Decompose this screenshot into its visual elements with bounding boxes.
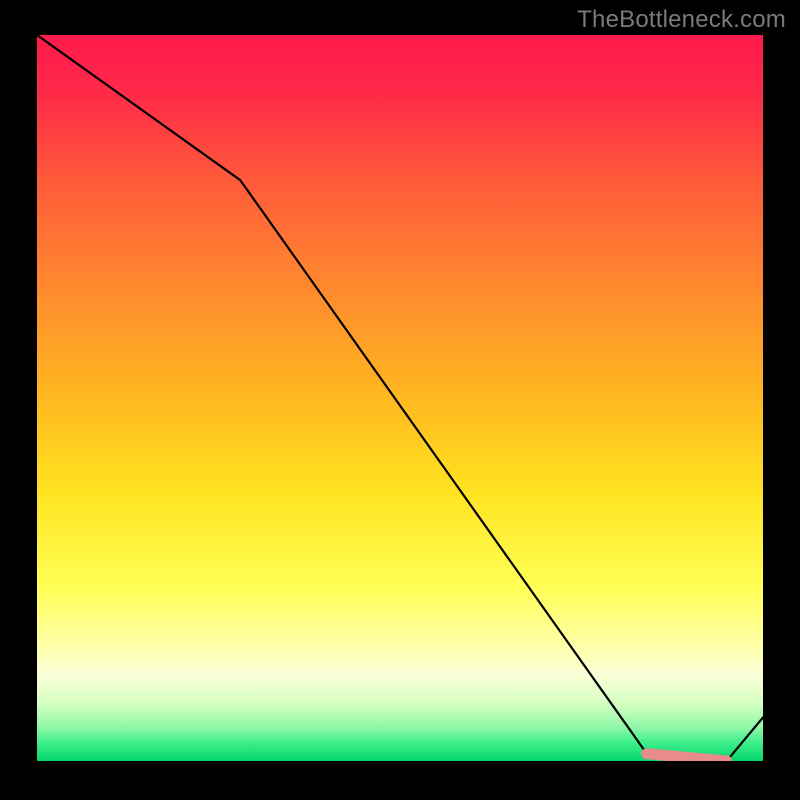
highlight-segment — [647, 754, 727, 761]
watermark-text: TheBottleneck.com — [577, 6, 786, 34]
gradient-background — [37, 35, 763, 761]
plot-area — [37, 35, 763, 761]
chart-svg — [37, 35, 763, 761]
chart-frame: TheBottleneck.com — [0, 0, 800, 800]
